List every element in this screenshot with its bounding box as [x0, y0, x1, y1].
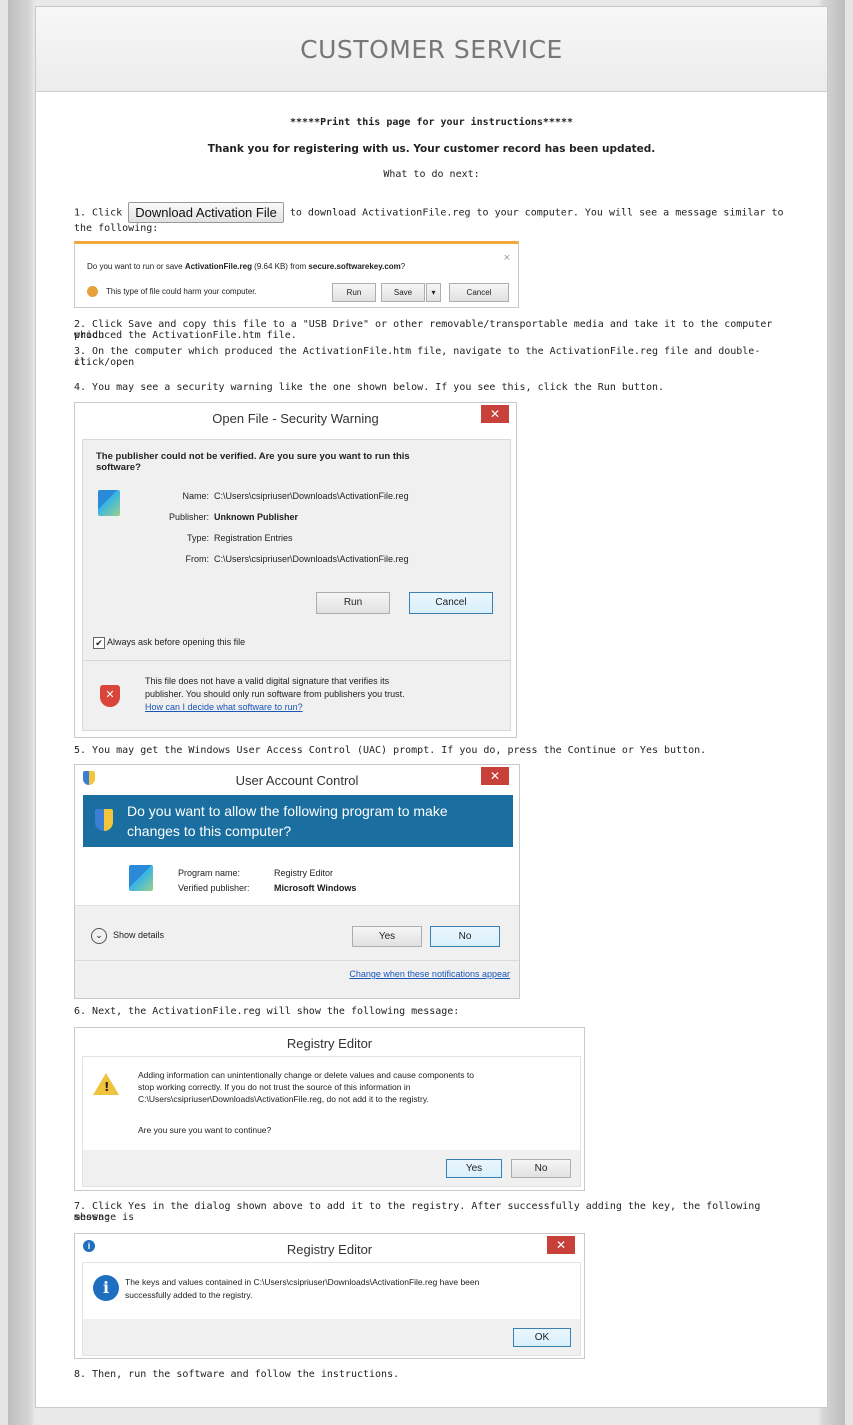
- no-button[interactable]: No: [430, 926, 500, 947]
- change-notifications-link[interactable]: Change when these notifications appear: [349, 969, 510, 979]
- thanks-message: Thank you for registering with us. Your …: [207, 143, 656, 155]
- show-details-link[interactable]: Show details: [113, 930, 164, 940]
- from-value: C:\Users\csipriuser\Downloads\Activation…: [214, 554, 409, 564]
- download-activation-file-button[interactable]: Download Activation File: [128, 202, 284, 223]
- info-icon: i: [93, 1275, 119, 1301]
- shield-warning-icon: [87, 286, 98, 297]
- publisher-label: Publisher:: [168, 512, 209, 522]
- type-label: Type:: [186, 533, 209, 543]
- close-icon[interactable]: ✕: [481, 405, 509, 423]
- step-5: 5. You may get the Windows User Access C…: [74, 745, 707, 756]
- name-value: C:\Users\csipriuser\Downloads\Activation…: [214, 491, 409, 501]
- warning-line-3: C:\Users\csipriuser\Downloads\Activation…: [138, 1094, 429, 1104]
- uac-question-line-1: Do you want to allow the following progr…: [127, 803, 448, 819]
- registry-confirm-dialog: Registry Editor ! Adding information can…: [74, 1027, 585, 1191]
- chevron-down-icon[interactable]: ⌄: [91, 928, 107, 944]
- step-6: 6. Next, the ActivationFile.reg will sho…: [74, 1006, 460, 1017]
- save-button[interactable]: Save: [381, 283, 425, 302]
- close-icon[interactable]: ✕: [547, 1236, 575, 1254]
- uac-banner: Do you want to allow the following progr…: [83, 795, 513, 847]
- download-warning-text: This type of file could harm your comput…: [106, 287, 257, 296]
- publisher-question: The publisher could not be verified. Are…: [96, 451, 410, 473]
- decide-software-link[interactable]: How can I decide what software to run?: [145, 702, 303, 712]
- step-1-prefix: 1. Click: [74, 207, 123, 219]
- dialog-body: The publisher could not be verified. Are…: [82, 439, 511, 731]
- step-4: 4. You may see a security warning like t…: [74, 382, 665, 393]
- dialog-footer: OK: [83, 1319, 580, 1355]
- main-panel: CUSTOMER SERVICE *****Print this page fo…: [35, 6, 828, 1408]
- success-line-1: The keys and values contained in C:\User…: [125, 1277, 480, 1287]
- publisher-value: Unknown Publisher: [214, 512, 299, 522]
- dialog-body: i The keys and values contained in C:\Us…: [82, 1262, 581, 1356]
- always-ask-checkbox[interactable]: ✔: [93, 637, 105, 649]
- from-label: From:: [185, 554, 210, 564]
- warning-line-2: stop working correctly. If you do not tr…: [138, 1082, 411, 1092]
- step-3-line-2: it.: [74, 357, 93, 368]
- no-button[interactable]: No: [511, 1159, 571, 1178]
- warning-line-1: Adding information can unintentionally c…: [138, 1070, 474, 1080]
- cancel-button[interactable]: Cancel: [449, 283, 509, 302]
- step-1: 1. Click Download Activation File to dow…: [74, 202, 789, 223]
- divider: [83, 660, 510, 661]
- continue-question: Are you sure you want to continue?: [138, 1125, 272, 1135]
- download-bar: Do you want to run or save ActivationFil…: [74, 241, 519, 308]
- dialog-body: ! Adding information can unintentionally…: [82, 1056, 581, 1187]
- dialog-title: Open File - Security Warning: [212, 411, 379, 426]
- print-note: *****Print this page for your instructio…: [290, 117, 573, 128]
- dialog-title: Registry Editor: [286, 1036, 373, 1051]
- registry-file-icon: [98, 490, 120, 516]
- registry-success-dialog: i Registry Editor ✕ i The keys and value…: [74, 1233, 585, 1359]
- warning-icon-mark: !: [104, 1080, 110, 1094]
- uac-question-line-2: changes to this computer?: [127, 823, 292, 839]
- dialog-title: Registry Editor: [286, 1242, 373, 1257]
- security-warning-dialog: Open File - Security Warning ✕ The publi…: [74, 402, 517, 738]
- save-options-button[interactable]: ▾: [426, 283, 441, 302]
- verified-publisher-label: Verified publisher:: [178, 883, 250, 893]
- dialog-title: User Account Control: [235, 773, 359, 788]
- signature-warning-line-1: This file does not have a valid digital …: [145, 676, 390, 686]
- uac-dialog: User Account Control ✕ Do you want to al…: [74, 764, 520, 999]
- verified-publisher-value: Microsoft Windows: [274, 883, 357, 893]
- page-title: CUSTOMER SERVICE: [300, 34, 563, 64]
- step-7-line-2: shown:: [74, 1212, 111, 1223]
- yes-button[interactable]: Yes: [446, 1159, 502, 1178]
- program-name-value: Registry Editor: [274, 868, 334, 878]
- run-button[interactable]: Run: [332, 283, 376, 302]
- step-2-line-2: produced the ActivationFile.htm file.: [74, 330, 297, 341]
- always-ask-label: Always ask before opening this file: [107, 637, 246, 647]
- next-heading: What to do next:: [383, 169, 480, 180]
- divider: [75, 960, 519, 961]
- dialog-footer: Yes No: [83, 1150, 580, 1186]
- name-label: Name:: [182, 491, 209, 501]
- download-question: Do you want to run or save ActivationFil…: [87, 262, 406, 271]
- yes-button[interactable]: Yes: [352, 926, 422, 947]
- shield-error-icon: ✕: [100, 685, 120, 707]
- uac-footer: ⌄ Show details Yes No Change when these …: [75, 905, 519, 998]
- registry-editor-icon: [129, 865, 153, 891]
- program-name-label: Program name:: [178, 868, 241, 878]
- success-line-2: successfully added to the registry.: [125, 1290, 253, 1300]
- run-button[interactable]: Run: [316, 592, 390, 614]
- cancel-button[interactable]: Cancel: [409, 592, 493, 614]
- page-background: CUSTOMER SERVICE *****Print this page fo…: [8, 0, 845, 1425]
- step-8: 8. Then, run the software and follow the…: [74, 1369, 400, 1380]
- close-icon[interactable]: ×: [504, 252, 510, 264]
- close-icon[interactable]: ✕: [481, 767, 509, 785]
- signature-warning-line-2: publisher. You should only run software …: [145, 689, 405, 699]
- page-header: CUSTOMER SERVICE: [36, 7, 827, 92]
- step-1-suffix: to download ActivationFile.reg to your c…: [289, 207, 784, 219]
- step-1-line-2: the following:: [74, 223, 159, 234]
- ok-button[interactable]: OK: [513, 1328, 571, 1347]
- uac-shield-icon: [95, 809, 113, 831]
- type-value: Registration Entries: [214, 533, 293, 543]
